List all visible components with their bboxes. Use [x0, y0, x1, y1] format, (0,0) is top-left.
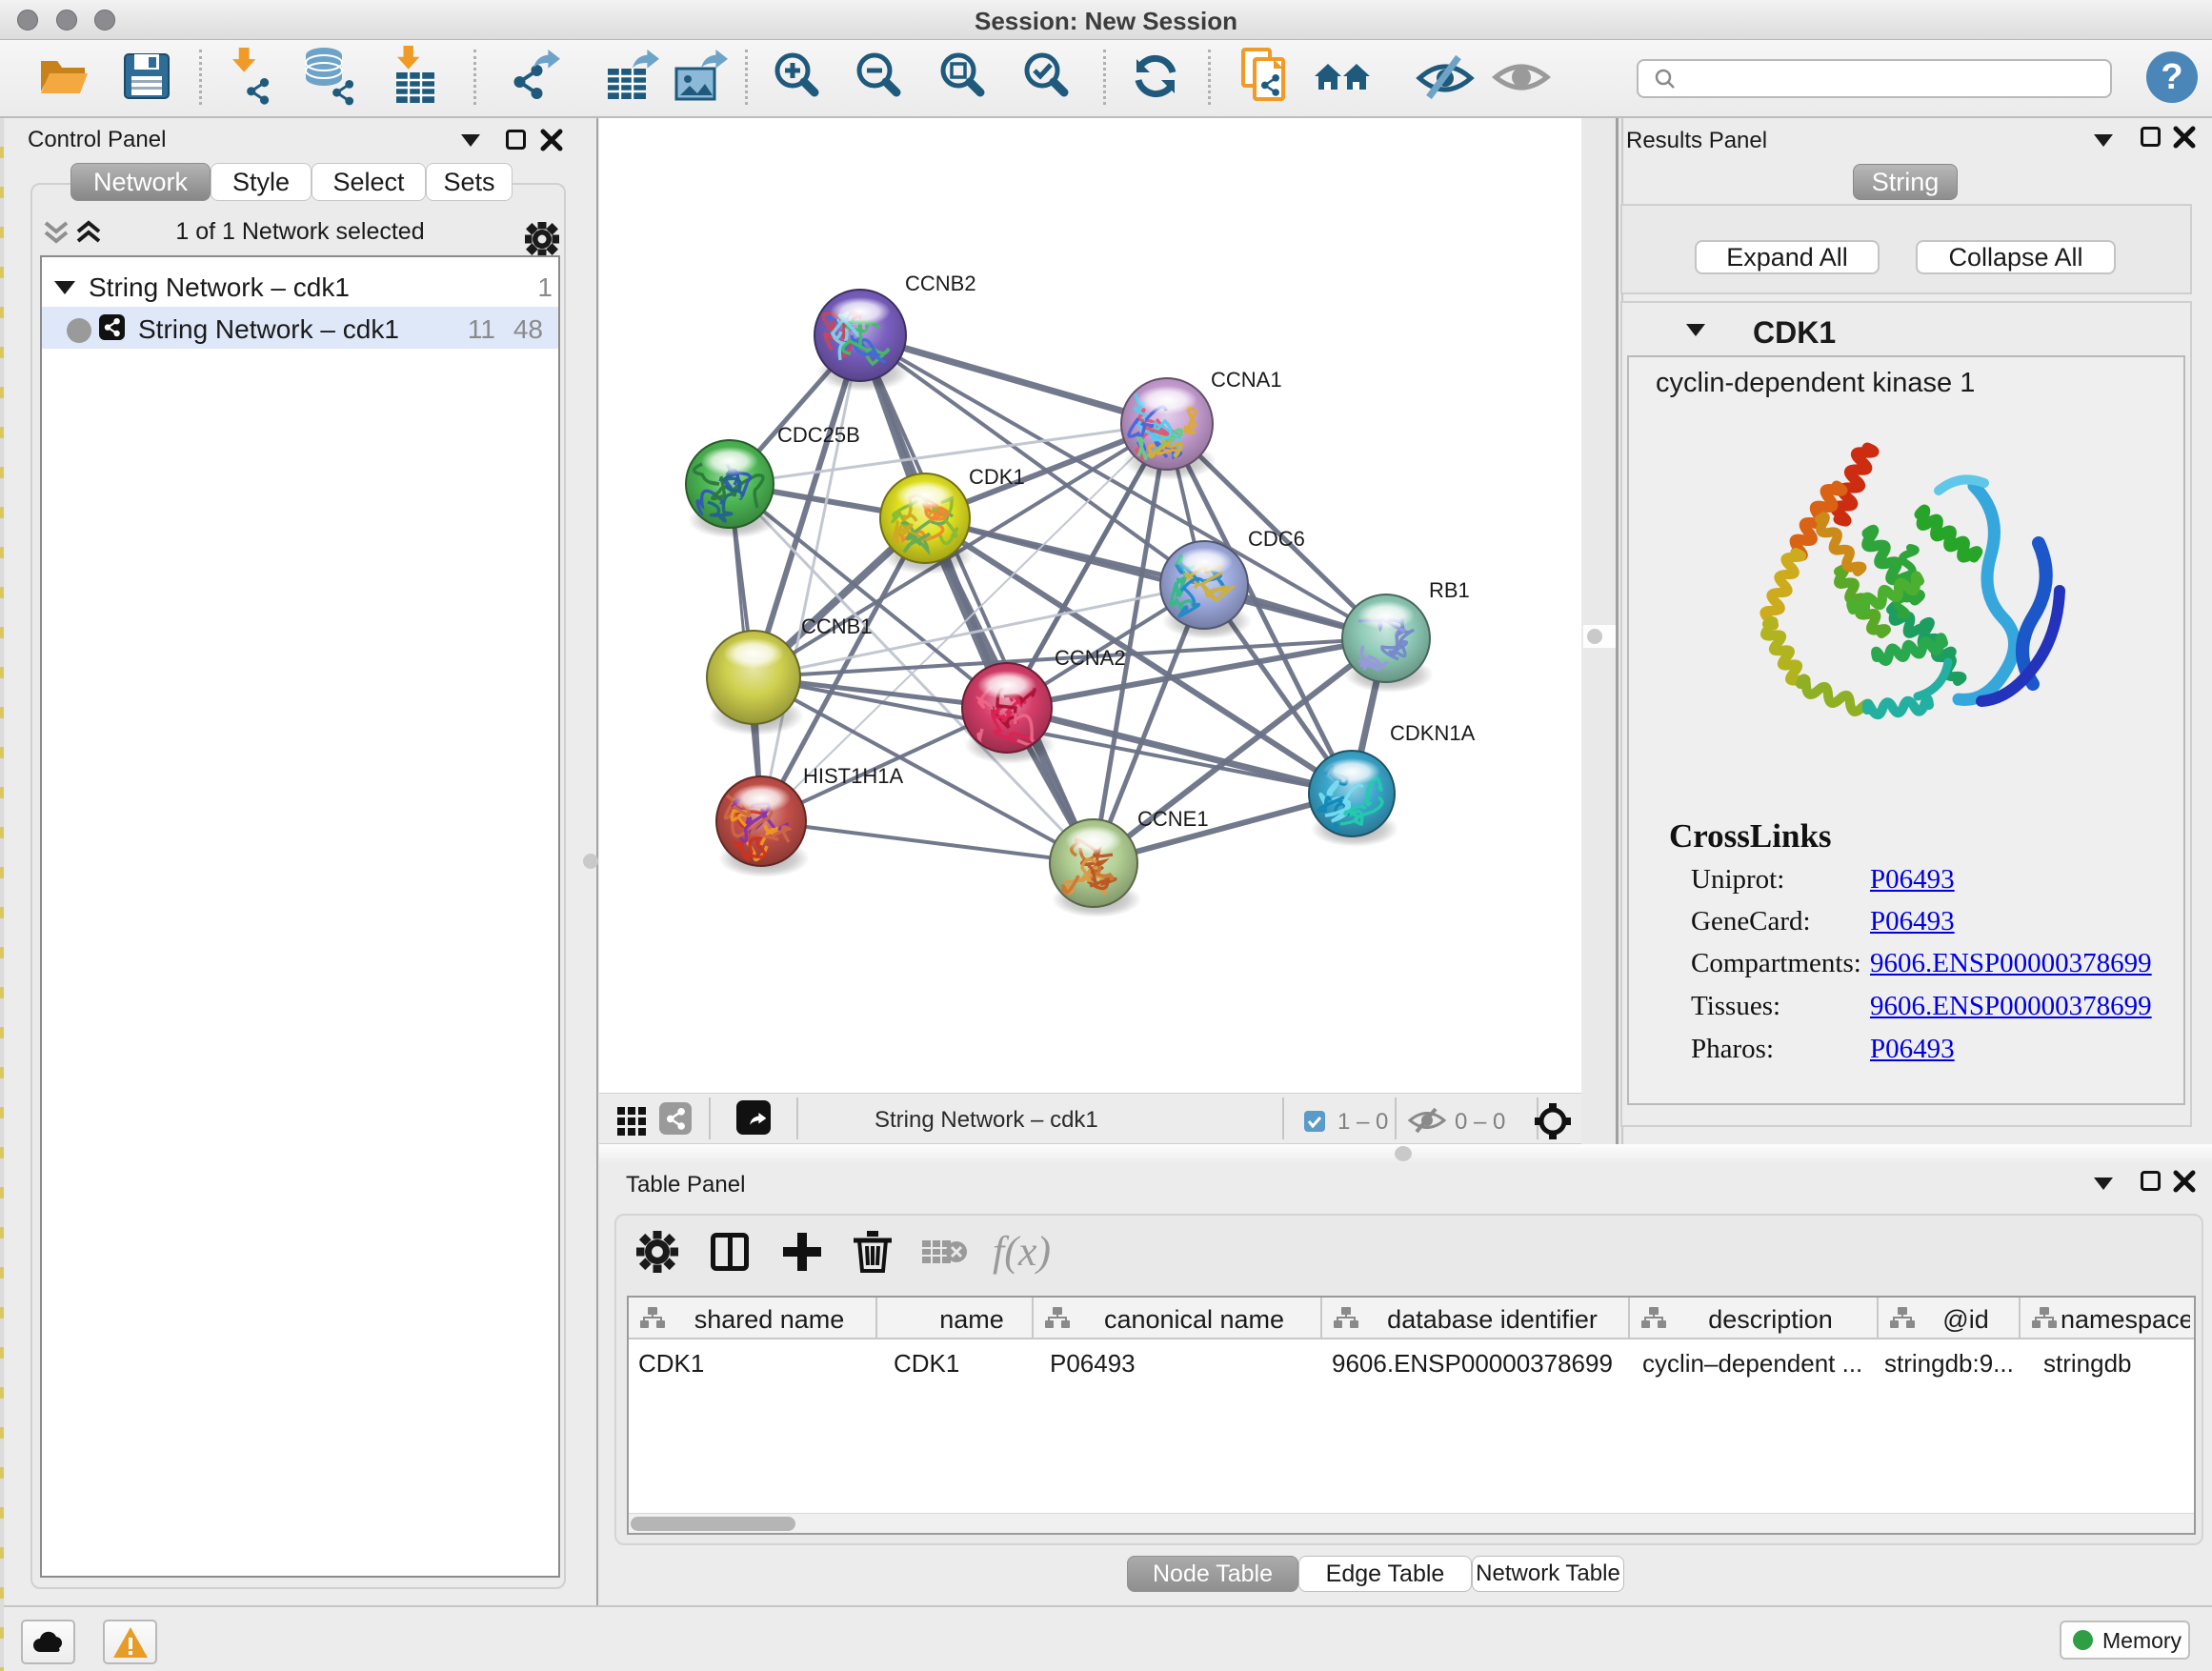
svg-text:CDK1: CDK1 — [969, 465, 1025, 489]
svg-text:CCNE1: CCNE1 — [1137, 807, 1209, 831]
svg-text:CDC25B: CDC25B — [777, 423, 860, 447]
svg-text:CCNA1: CCNA1 — [1211, 368, 1282, 392]
svg-text:CDC6: CDC6 — [1248, 527, 1305, 551]
svg-text:CDKN1A: CDKN1A — [1390, 721, 1476, 745]
svg-text:CCNA2: CCNA2 — [1055, 646, 1126, 670]
svg-text:CCNB2: CCNB2 — [905, 272, 976, 295]
svg-text:RB1: RB1 — [1429, 578, 1470, 602]
svg-text:HIST1H1A: HIST1H1A — [803, 764, 903, 788]
svg-text:CCNB1: CCNB1 — [801, 614, 873, 638]
